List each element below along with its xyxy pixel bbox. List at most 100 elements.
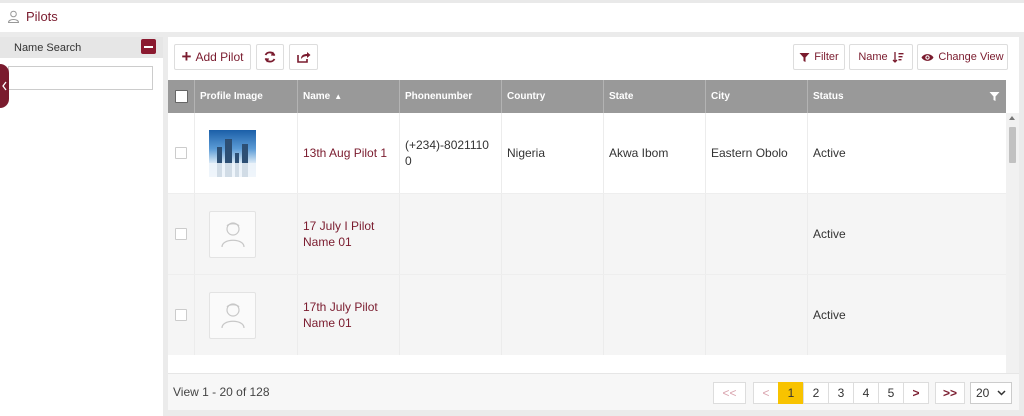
funnel-icon: [799, 52, 810, 62]
country-value: Nigeria: [507, 146, 546, 160]
eye-icon: [921, 53, 934, 61]
status-cell: Active: [808, 113, 1006, 193]
status-value: Active: [813, 308, 846, 322]
pilot-name-link[interactable]: 13th Aug Pilot 1: [303, 145, 387, 161]
city-cell: [706, 275, 808, 355]
column-label: Name: [303, 91, 331, 102]
next-page-button[interactable]: >: [903, 382, 929, 404]
pagination: < 1 2 3 4 5 >: [753, 382, 929, 404]
phone-value: (+234)-8021110 0: [405, 138, 489, 168]
page-1-button[interactable]: 1: [778, 382, 804, 404]
status-cell: Active: [808, 275, 1006, 355]
add-pilot-button[interactable]: + Add Pilot: [174, 44, 251, 70]
table-row[interactable]: 13th Aug Pilot 1 (+234)-8021110 0 Nigeri…: [168, 113, 1006, 194]
city-value: Eastern Obolo: [711, 146, 788, 160]
row-checkbox[interactable]: [175, 228, 187, 240]
last-page-button[interactable]: >>: [935, 382, 965, 404]
scroll-up-icon[interactable]: [1009, 116, 1015, 120]
filter-button[interactable]: Filter: [793, 44, 845, 70]
avatar-placeholder-icon: [209, 291, 256, 339]
sort-label: Name: [858, 51, 888, 63]
sort-by-name-button[interactable]: Name: [849, 44, 913, 70]
state-cell: [604, 275, 706, 355]
row-checkbox[interactable]: [175, 309, 187, 321]
phone-cell: [400, 194, 502, 274]
change-view-button[interactable]: Change View: [917, 44, 1008, 70]
add-pilot-label: Add Pilot: [195, 50, 244, 64]
select-all-checkbox[interactable]: [174, 90, 188, 103]
name-search-panel: Name Search: [0, 37, 163, 416]
pager-first-group: <<: [713, 382, 746, 404]
page-2-button[interactable]: 2: [803, 382, 829, 404]
column-header-city[interactable]: City: [706, 80, 808, 113]
page-4-button[interactable]: 4: [853, 382, 879, 404]
city-cell: Eastern Obolo: [706, 113, 808, 193]
user-icon: [7, 10, 20, 23]
state-cell: [604, 194, 706, 274]
column-header-country[interactable]: Country: [502, 80, 604, 113]
column-header-status[interactable]: Status: [808, 80, 1006, 113]
phone-cell: [400, 275, 502, 355]
page-title: Pilots: [7, 9, 58, 24]
column-header-profile-image: Profile Image: [195, 80, 298, 113]
row-select-cell: [168, 275, 195, 355]
pilots-grid-panel: + Add Pilot Filter Name Change View Prof…: [168, 37, 1019, 410]
row-checkbox[interactable]: [175, 147, 187, 159]
grid-toolbar: + Add Pilot Filter Name Change View: [168, 37, 1019, 77]
city-cell: [706, 194, 808, 274]
column-header-name[interactable]: Name ▲: [298, 80, 400, 113]
column-label: Country: [507, 91, 546, 102]
prev-page-button[interactable]: <: [753, 382, 779, 404]
state-value: Akwa Ibom: [609, 146, 669, 160]
grid-scrollbar[interactable]: [1006, 113, 1019, 405]
country-cell: Nigeria: [502, 113, 604, 193]
country-cell: [502, 275, 604, 355]
grid-body: 13th Aug Pilot 1 (+234)-8021110 0 Nigeri…: [168, 113, 1006, 355]
column-header-phonenumber[interactable]: Phonenumber: [400, 80, 502, 113]
page-title-text: Pilots: [26, 9, 58, 24]
pilot-name-link[interactable]: 17th July Pilot Name 01: [303, 299, 399, 331]
scrollbar-thumb[interactable]: [1009, 127, 1016, 163]
pager-last-group: >>: [935, 382, 965, 404]
column-label: Status: [813, 91, 844, 102]
column-label: Profile Image: [200, 91, 263, 102]
page-3-button[interactable]: 3: [828, 382, 854, 404]
pilot-name-link[interactable]: 17 July I Pilot Name 01: [303, 218, 399, 250]
name-cell: 17 July I Pilot Name 01: [298, 194, 400, 274]
row-select-cell: [168, 113, 195, 193]
name-search-input[interactable]: [8, 66, 153, 90]
funnel-icon[interactable]: [989, 91, 1000, 102]
grid-header: Profile Image Name ▲ Phonenumber Country …: [168, 80, 1006, 113]
page-5-button[interactable]: 5: [878, 382, 904, 404]
top-bar: Pilots: [0, 0, 1024, 32]
sort-descending-icon: [892, 52, 904, 63]
column-label: State: [609, 91, 634, 102]
profile-photo: [209, 129, 256, 177]
profile-image-cell: [195, 194, 298, 274]
chevron-left-icon: [2, 81, 7, 91]
chevron-down-icon: [997, 390, 1006, 396]
status-value: Active: [813, 227, 846, 241]
state-cell: Akwa Ibom: [604, 113, 706, 193]
export-button[interactable]: [289, 44, 318, 70]
grid-footer: View 1 - 20 of 128 << < 1 2 3 4 5 > >> 2…: [168, 373, 1019, 410]
collapse-panel-button[interactable]: [141, 39, 156, 54]
select-all-cell: [168, 80, 195, 113]
name-cell: 17th July Pilot Name 01: [298, 275, 400, 355]
change-view-label: Change View: [938, 51, 1004, 63]
sidebar-toggle-tab[interactable]: [0, 64, 9, 108]
plus-icon: +: [181, 46, 192, 66]
export-icon: [296, 52, 310, 63]
column-header-state[interactable]: State: [604, 80, 706, 113]
table-row[interactable]: 17 July I Pilot Name 01 Active: [168, 194, 1006, 275]
page-size-value: 20: [976, 386, 990, 400]
profile-image-cell: [195, 113, 298, 193]
column-label: City: [711, 91, 730, 102]
page-size-select[interactable]: 20: [970, 382, 1012, 404]
profile-image-cell: [195, 275, 298, 355]
refresh-button[interactable]: [256, 44, 284, 70]
first-page-button[interactable]: <<: [713, 382, 746, 404]
country-cell: [502, 194, 604, 274]
table-row[interactable]: 17th July Pilot Name 01 Active: [168, 275, 1006, 355]
record-count: View 1 - 20 of 128: [173, 385, 270, 399]
